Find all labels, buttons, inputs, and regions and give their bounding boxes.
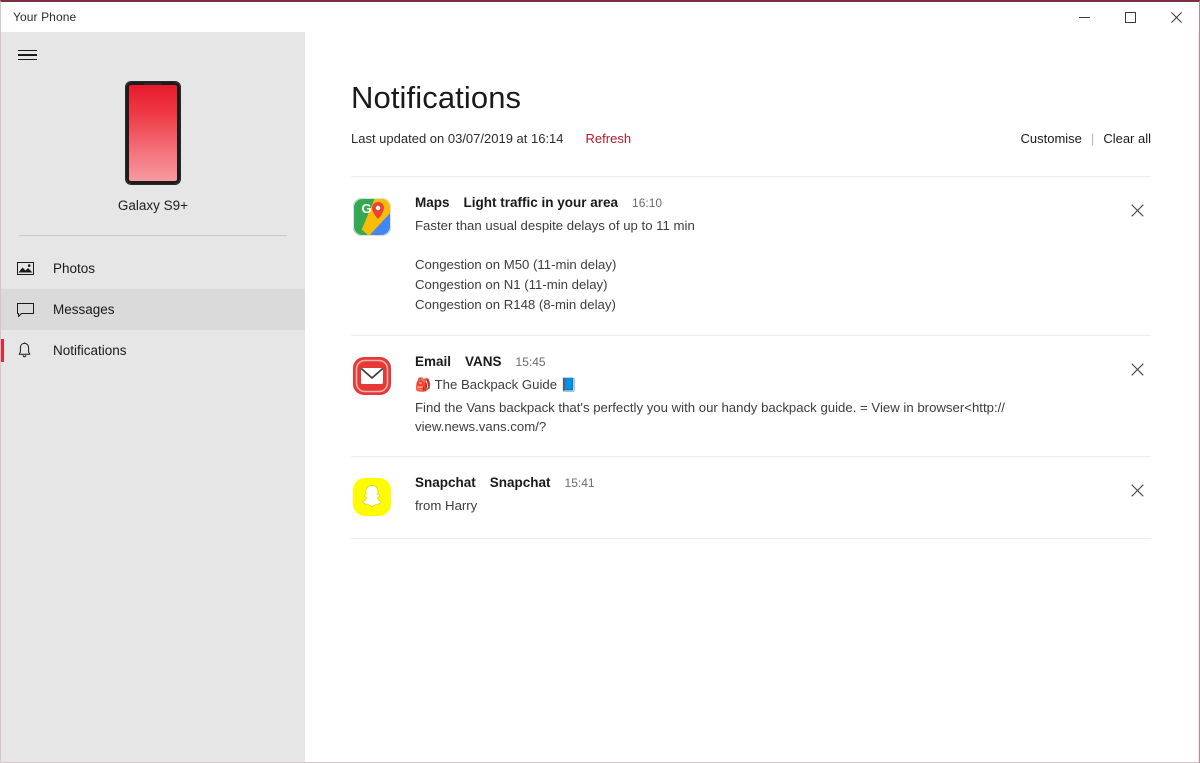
- notification-details: Congestion on M50 (11-min delay) Congest…: [415, 255, 1109, 315]
- main-right-edge: [1198, 32, 1199, 762]
- page-title: Notifications: [351, 80, 522, 115]
- backpack-emoji-icon: 🎒: [415, 377, 432, 393]
- notification-item[interactable]: G Maps Light traffic in your area 16:10 …: [351, 177, 1151, 335]
- notification-title: VANS: [465, 354, 502, 370]
- window-controls: [1061, 2, 1199, 32]
- notification-body: Maps Light traffic in your area 16:10 Fa…: [415, 195, 1109, 315]
- notification-body: Snapchat Snapchat 15:41 from Harry: [415, 475, 1109, 515]
- notification-body: Email VANS 15:45 🎒 The Backpack Guide 📘 …: [415, 354, 1109, 436]
- sidebar-item-label: Messages: [53, 302, 115, 317]
- sidebar-item-photos[interactable]: Photos: [1, 248, 305, 289]
- notification-header: Email VANS 15:45: [415, 354, 1109, 369]
- dismiss-notification-button[interactable]: [1123, 197, 1151, 223]
- google-maps-icon: G: [351, 196, 393, 238]
- notification-text-main: The Backpack Guide: [434, 377, 558, 393]
- notification-detail-line: Congestion on R148 (8-min delay): [415, 297, 616, 313]
- sidebar: Galaxy S9+ Photos Messages Notifications: [1, 32, 305, 762]
- notification-header: Maps Light traffic in your area 16:10: [415, 195, 1109, 210]
- device-name: Galaxy S9+: [117, 198, 189, 213]
- book-emoji-icon: 📘: [560, 377, 577, 393]
- subheader: Last updated on 03/07/2019 at 16:14 Refr…: [305, 131, 1199, 146]
- notification-time: 16:10: [632, 196, 663, 210]
- action-separator: |: [1090, 131, 1095, 146]
- device-block: Galaxy S9+: [1, 82, 305, 213]
- window-body: Galaxy S9+ Photos Messages Notifications…: [1, 32, 1199, 762]
- email-icon: [351, 355, 393, 397]
- notification-time: 15:41: [564, 476, 595, 491]
- notification-app: Maps: [415, 195, 450, 210]
- photos-icon: [17, 261, 43, 276]
- notification-title: Light traffic in your area: [463, 195, 619, 210]
- notification-item[interactable]: Email VANS 15:45 🎒 The Backpack Guide 📘 …: [351, 336, 1151, 456]
- bell-icon: [17, 342, 43, 359]
- last-updated-text: Last updated on 03/07/2019 at 16:14: [351, 131, 564, 146]
- notification-time: 15:45: [515, 355, 546, 370]
- sidebar-item-notifications[interactable]: Notifications: [1, 330, 305, 371]
- subheader-actions: Customise | Clear all: [1021, 131, 1152, 146]
- refresh-button[interactable]: Refresh: [586, 131, 632, 146]
- minimize-button[interactable]: [1061, 2, 1107, 32]
- snapchat-icon: [351, 476, 393, 518]
- clear-all-button[interactable]: Clear all: [1103, 131, 1151, 146]
- notification-text: Faster than usual despite delays of up t…: [415, 218, 695, 233]
- notification-text: from Harry: [415, 498, 478, 514]
- close-button[interactable]: [1153, 2, 1199, 32]
- notification-detail-line: Congestion on M50 (11-min delay): [415, 257, 617, 273]
- title-bar: Your Phone: [1, 2, 1199, 32]
- sidebar-item-label: Notifications: [53, 343, 127, 358]
- sidebar-item-messages[interactable]: Messages: [1, 289, 305, 330]
- dismiss-notification-button[interactable]: [1123, 356, 1151, 382]
- customise-button[interactable]: Customise: [1021, 131, 1082, 146]
- your-phone-window: Your Phone Galaxy S9+ Photos Messages No…: [0, 0, 1200, 763]
- dismiss-notification-button[interactable]: [1123, 477, 1151, 503]
- window-title: Your Phone: [13, 10, 77, 24]
- svg-text:G: G: [362, 201, 372, 216]
- hamburger-icon[interactable]: [3, 38, 51, 72]
- list-separator: [351, 538, 1151, 540]
- notification-item[interactable]: Snapchat Snapchat 15:41 from Harry: [351, 457, 1151, 538]
- notifications-list: G Maps Light traffic in your area 16:10 …: [305, 176, 1199, 540]
- notification-title: Snapchat: [489, 475, 551, 491]
- notification-app: Email: [415, 354, 452, 370]
- sidebar-divider: [19, 235, 287, 236]
- main-content: Notifications Last updated on 03/07/2019…: [305, 32, 1199, 762]
- sidebar-nav: Photos Messages Notifications: [1, 248, 305, 371]
- notification-header: Snapchat Snapchat 15:41: [415, 475, 1109, 490]
- messages-icon: [17, 302, 43, 318]
- notification-detail-line: Find the Vans backpack that's perfectly …: [415, 400, 1005, 435]
- phone-illustration: [126, 82, 180, 184]
- notification-text: 🎒 The Backpack Guide 📘: [415, 375, 1109, 395]
- maximize-button[interactable]: [1107, 2, 1153, 32]
- notification-app: Snapchat: [415, 475, 476, 491]
- selection-indicator: [1, 339, 4, 362]
- sidebar-item-label: Photos: [53, 261, 96, 276]
- notification-detail-line: Congestion on N1 (11-min delay): [415, 277, 608, 293]
